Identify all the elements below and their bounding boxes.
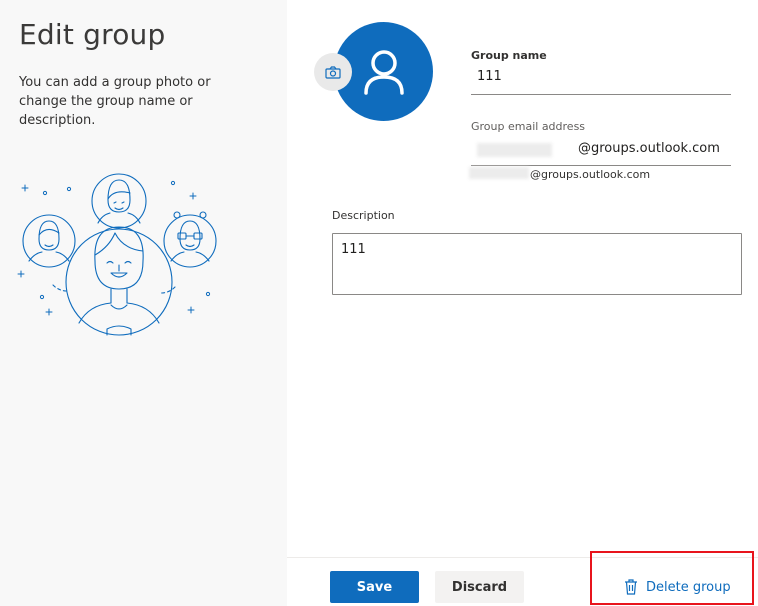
person-icon bbox=[363, 49, 404, 95]
save-button[interactable]: Save bbox=[330, 571, 419, 603]
email-preview-suffix: @groups.outlook.com bbox=[530, 168, 651, 181]
group-email-underline bbox=[471, 165, 731, 166]
form-panel: Group name 111 Group email address @grou… bbox=[287, 0, 758, 606]
email-domain-suffix: @groups.outlook.com bbox=[578, 141, 720, 156]
group-name-underline bbox=[471, 94, 731, 95]
delete-group-label: Delete group bbox=[646, 579, 731, 595]
page-title: Edit group bbox=[19, 18, 166, 51]
discard-button[interactable]: Discard bbox=[435, 571, 524, 603]
sparkle-decor bbox=[17, 180, 211, 316]
person-left bbox=[22, 214, 76, 268]
delete-group-button[interactable]: Delete group bbox=[624, 577, 731, 597]
camera-icon bbox=[325, 65, 341, 79]
group-email-label: Group email address bbox=[471, 120, 586, 133]
group-name-input[interactable]: 111 bbox=[477, 69, 502, 84]
email-alias-redacted bbox=[477, 143, 552, 157]
person-top bbox=[91, 173, 147, 229]
person-center bbox=[65, 226, 173, 336]
change-photo-button[interactable] bbox=[314, 53, 352, 91]
description-label: Description bbox=[332, 209, 395, 222]
email-preview-redacted bbox=[469, 167, 529, 179]
description-textarea[interactable]: 111 bbox=[332, 233, 742, 295]
info-panel: Edit group You can add a group photo or … bbox=[0, 0, 287, 606]
trash-icon bbox=[625, 579, 637, 595]
page-description: You can add a group photo or change the … bbox=[19, 75, 211, 128]
person-right bbox=[163, 211, 217, 268]
group-name-label: Group name bbox=[471, 49, 547, 62]
edit-group-dialog: Edit group You can add a group photo or … bbox=[0, 0, 758, 606]
group-people-illustration bbox=[17, 173, 217, 336]
